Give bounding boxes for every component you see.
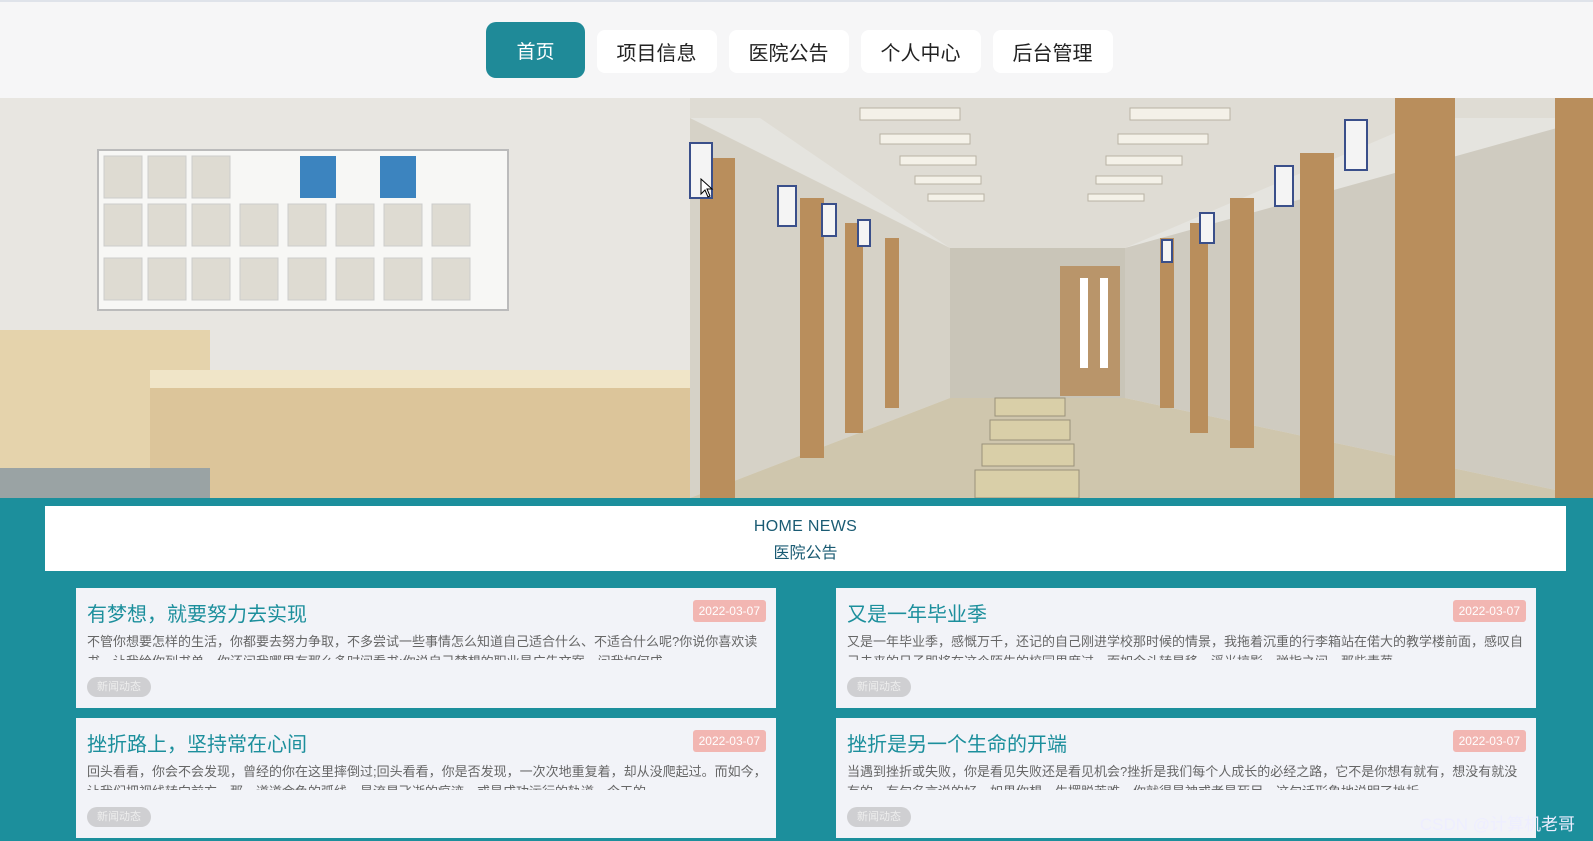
news-card-title[interactable]: 挫折是另一个生命的开端: [847, 728, 1067, 757]
news-card-date: 2022-03-07: [1452, 600, 1526, 622]
news-card-date: 2022-03-07: [692, 730, 766, 752]
news-card-date: 2022-03-07: [1452, 730, 1526, 752]
nav-item-home[interactable]: 首页: [486, 22, 585, 78]
news-card-2[interactable]: 又是一年毕业季 2022-03-07 又是一年毕业季，感慨万千，还记的自己刚进学…: [836, 588, 1536, 708]
nav-item-profile[interactable]: 个人中心: [860, 30, 981, 73]
news-card-tag[interactable]: 新闻动态: [87, 807, 151, 827]
news-card-tag[interactable]: 新闻动态: [847, 807, 911, 827]
news-card-excerpt: 当遇到挫折或失败，你是看见失败还是看见机会?挫折是我们每个人成长的必经之路，它不…: [847, 764, 1518, 790]
nav-item-announcements[interactable]: 医院公告: [728, 30, 849, 73]
news-card-tag[interactable]: 新闻动态: [87, 677, 151, 697]
news-card-excerpt: 不管你想要怎样的生活，你都要去努力争取，不多尝试一些事情怎么知道自己适合什么、不…: [87, 634, 758, 660]
csdn-watermark: CSDN @计算机老哥: [1419, 815, 1575, 834]
banner-carousel[interactable]: [0, 98, 1593, 498]
news-card-tag[interactable]: 新闻动态: [847, 677, 911, 697]
news-heading-en: HOME NEWS: [753, 518, 858, 535]
top-navbar: 首页 项目信息 医院公告 个人中心 后台管理: [0, 0, 1593, 98]
news-card-1[interactable]: 有梦想，就要努力去实现 2022-03-07 不管你想要怎样的生活，你都要去努力…: [76, 588, 776, 708]
news-card-title[interactable]: 又是一年毕业季: [847, 598, 987, 627]
news-card-title[interactable]: 有梦想，就要努力去实现: [87, 598, 307, 627]
news-card-date: 2022-03-07: [692, 600, 766, 622]
news-section-header: HOME NEWS 医院公告: [45, 506, 1566, 571]
nav-item-projects[interactable]: 项目信息: [596, 30, 717, 73]
news-heading-cn: 医院公告: [773, 545, 838, 562]
news-card-excerpt: 回头看看，你会不会发现，曾经的你在这里摔倒过;回头看看，你是否发现，一次次地重复…: [87, 764, 767, 790]
nav-item-admin[interactable]: 后台管理: [992, 30, 1113, 73]
mouse-cursor-icon: [700, 178, 714, 198]
main-nav: 首页 项目信息 医院公告 个人中心 后台管理: [0, 21, 1593, 78]
banner-image-hospital-corridor: [0, 98, 1593, 498]
news-card-3[interactable]: 挫折路上，坚持常在心间 2022-03-07 回头看看，你会不会发现，曾经的你在…: [76, 718, 776, 838]
news-card-title[interactable]: 挫折路上，坚持常在心间: [87, 728, 307, 757]
news-card-excerpt: 又是一年毕业季，感慨万千，还记的自己刚进学校那时候的情景，我拖着沉重的行李箱站在…: [847, 634, 1524, 660]
